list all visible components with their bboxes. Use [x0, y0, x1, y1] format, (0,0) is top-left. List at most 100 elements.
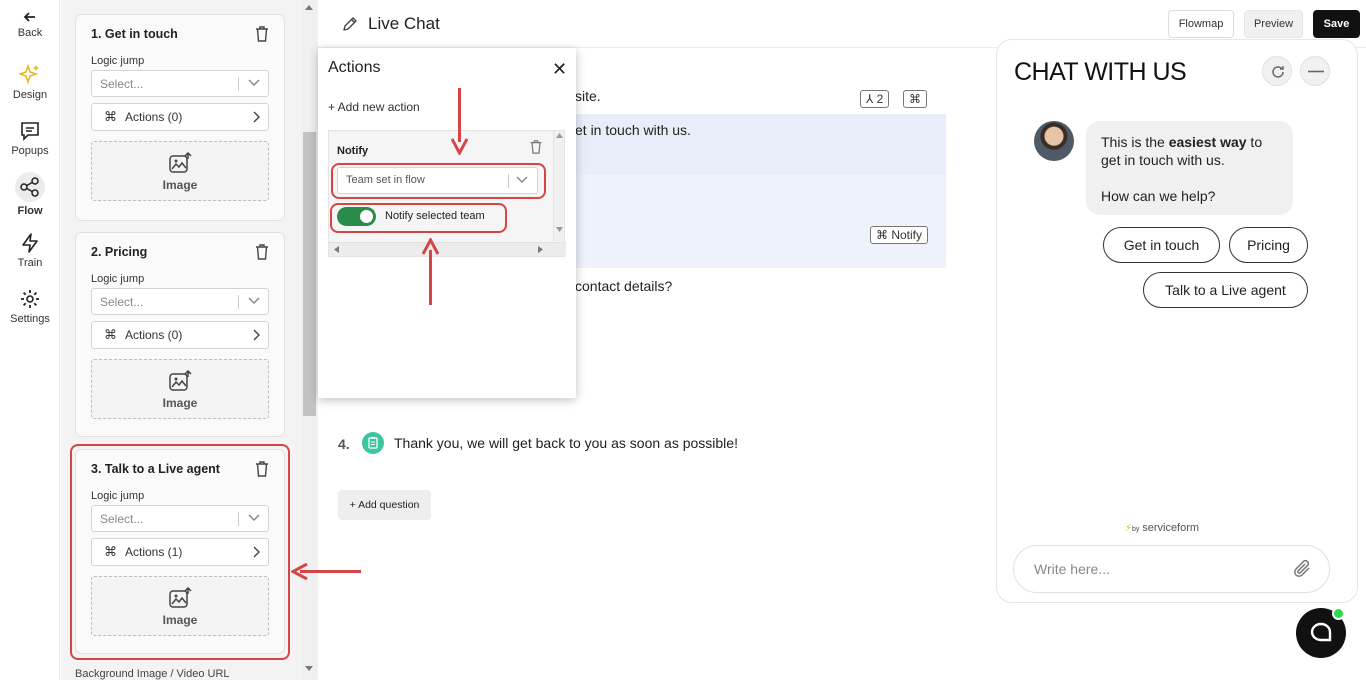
image-upload[interactable]: Image [91, 141, 269, 201]
refresh-button[interactable] [1262, 56, 1292, 86]
image-upload-icon [169, 152, 192, 173]
modal-title: Actions [328, 59, 381, 76]
agent-message-bubble: This is the easiest way to get in touch … [1086, 121, 1293, 215]
highlight-box-card-3 [70, 444, 290, 660]
command-tag[interactable]: ⌘ [903, 90, 927, 108]
scroll-left-icon[interactable] [334, 246, 339, 253]
question-4-number: 4. [338, 436, 350, 452]
logic-jump-label: Logic jump [91, 55, 145, 67]
arrow-head-left [291, 563, 308, 580]
option-get-in-touch[interactable]: Get in touch [1103, 227, 1220, 263]
chat-launcher-button[interactable] [1296, 607, 1346, 658]
actions-label: Actions (0) [125, 328, 183, 342]
chat-input-placeholder: Write here... [1034, 561, 1110, 577]
arrow-up-annotation [429, 250, 432, 305]
select-placeholder: Select... [100, 295, 144, 309]
rail-label-train: Train [17, 257, 43, 269]
question-4-text[interactable]: Thank you, we will get back to you as so… [394, 435, 738, 451]
back-button[interactable]: Back [0, 10, 60, 39]
background-url-label: Background Image / Video URL [75, 668, 230, 680]
online-status-dot [1332, 607, 1345, 620]
rail-item-popups[interactable]: Popups [0, 120, 60, 157]
answer-1-text[interactable]: et in touch with us. [575, 122, 691, 138]
chat-input[interactable]: Write here... [1013, 545, 1330, 593]
image-upload[interactable]: Image [91, 359, 269, 419]
paperclip-icon[interactable] [1293, 558, 1313, 580]
actions-button[interactable]: ⌘ Actions (0) [91, 321, 269, 349]
add-new-action-button[interactable]: + Add new action [328, 100, 420, 114]
sparkles-icon [19, 64, 39, 85]
scroll-up-icon[interactable] [556, 133, 563, 138]
rail-item-flow[interactable]: Flow [0, 172, 60, 217]
notify-box-vscroll[interactable] [553, 131, 564, 241]
minimize-button[interactable] [1300, 56, 1330, 86]
notify-tag[interactable]: ⌘ Notify [870, 226, 929, 244]
rail-item-train[interactable]: Train [0, 232, 60, 269]
question-column: 1. Get in touch Logic jump Select... ⌘ Ac… [61, 0, 301, 680]
actions-modal: Actions ✕ + Add new action Notify Team s… [318, 48, 576, 398]
branch-tag[interactable]: ⅄ 2 [860, 90, 890, 108]
branch-count: 2 [876, 92, 884, 106]
rail-label-design: Design [12, 89, 48, 101]
answer-row-highlight-2 [568, 175, 946, 268]
trash-icon[interactable] [254, 243, 270, 261]
chat-bubble-icon [1310, 622, 1332, 642]
close-icon[interactable]: ✕ [552, 59, 567, 80]
question-1-text[interactable]: site. [575, 88, 601, 104]
scroll-up-icon[interactable] [305, 5, 313, 10]
chat-title: CHAT WITH US [1014, 58, 1187, 86]
brand-logo: serviceform [1142, 522, 1200, 534]
refresh-icon [1272, 66, 1284, 78]
scroll-thumb[interactable] [303, 132, 316, 416]
option-pricing[interactable]: Pricing [1229, 227, 1308, 263]
preview-button[interactable]: Preview [1244, 10, 1303, 38]
arrow-head-up [422, 238, 439, 255]
select-placeholder: Select... [100, 77, 144, 91]
rail-label-flow: Flow [17, 205, 43, 217]
pencil-icon[interactable] [341, 15, 359, 33]
image-label: Image [162, 396, 198, 410]
rail-item-design[interactable]: Design [0, 64, 60, 101]
message-bold: easiest way [1168, 134, 1247, 150]
command-icon: ⌘ [104, 327, 117, 342]
highlight-box-team-select [331, 163, 546, 199]
question-card-2: 2. Pricing Logic jump Select... ⌘ Actions… [75, 232, 285, 437]
powered-by: ⚡by serviceform [1125, 522, 1199, 534]
question-3-text[interactable]: contact details? [575, 278, 672, 294]
logic-jump-select[interactable]: Select... [91, 288, 269, 315]
rail-item-settings[interactable]: Settings [0, 288, 60, 325]
bolt-icon: ⚡ [1125, 523, 1133, 534]
question-card-1: 1. Get in touch Logic jump Select... ⌘ Ac… [75, 14, 285, 221]
gear-icon [21, 290, 39, 308]
branch-icon: ⅄ [866, 92, 877, 106]
scroll-down-icon[interactable] [305, 666, 313, 671]
option-talk-live-agent[interactable]: Talk to a Live agent [1143, 272, 1308, 308]
page-title[interactable]: Live Chat [368, 14, 440, 34]
image-label: Image [162, 178, 198, 192]
chevron-right-icon [253, 329, 260, 341]
scroll-right-icon[interactable] [538, 246, 543, 253]
trash-icon[interactable] [529, 139, 543, 155]
agent-avatar [1034, 121, 1074, 161]
trash-icon[interactable] [254, 25, 270, 43]
back-label: Back [17, 27, 43, 39]
chevron-right-icon [253, 111, 260, 123]
scroll-down-icon[interactable] [556, 227, 563, 232]
flowmap-button[interactable]: Flowmap [1168, 10, 1234, 38]
chat-square-icon [21, 122, 39, 141]
save-button[interactable]: Save [1313, 10, 1360, 38]
question-title: 1. Get in touch [91, 27, 178, 41]
actions-button[interactable]: ⌘ Actions (0) [91, 103, 269, 131]
logic-jump-select[interactable]: Select... [91, 70, 269, 97]
command-icon: ⌘ [909, 92, 921, 106]
arrow-left-icon [23, 12, 35, 22]
notify-box-hscroll[interactable] [329, 242, 566, 256]
left-rail: Back Design Popups Flow Train Settings [0, 0, 60, 680]
actions-label: Actions (0) [125, 110, 183, 124]
arrow-down-annotation [458, 88, 461, 142]
clipboard-icon [362, 432, 384, 454]
chevron-down-icon [248, 79, 260, 87]
add-question-button[interactable]: + Add question [338, 490, 431, 520]
message-help: How can we help? [1101, 188, 1216, 204]
powered-by-label: by [1132, 526, 1140, 533]
